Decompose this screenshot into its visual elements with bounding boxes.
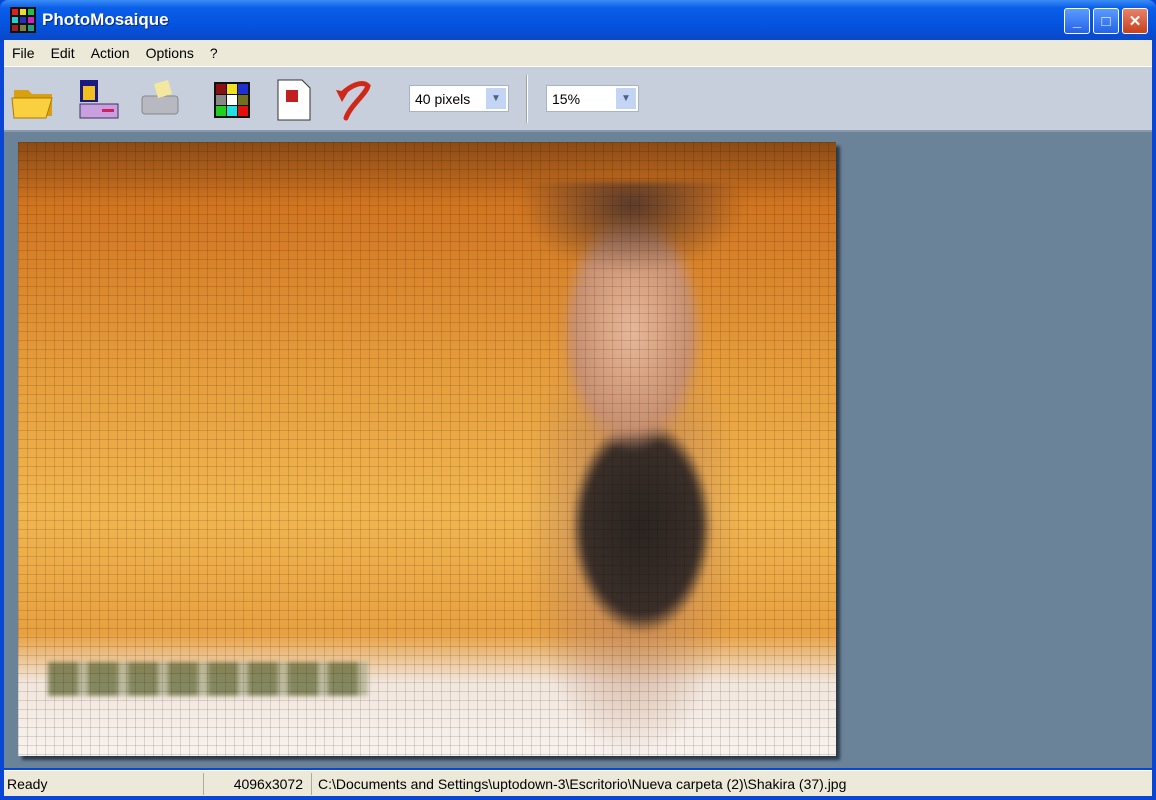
mosaic-grid-icon bbox=[214, 82, 250, 118]
status-path: C:\Documents and Settings\uptodown-3\Esc… bbox=[318, 775, 847, 792]
title-bar: PhotoMosaique _ □ ✕ bbox=[0, 0, 1156, 40]
menu-options[interactable]: Options bbox=[138, 45, 202, 61]
tile-size-select[interactable]: 40 pixels ▼ bbox=[409, 85, 509, 112]
menu-action[interactable]: Action bbox=[83, 45, 138, 61]
undo-icon bbox=[336, 81, 371, 121]
app-icon bbox=[10, 7, 36, 33]
save-button[interactable] bbox=[74, 77, 122, 123]
print-icon bbox=[141, 80, 179, 115]
minimize-button[interactable]: _ bbox=[1064, 8, 1090, 34]
status-dimensions: 4096x3072 bbox=[204, 772, 312, 795]
export-document-icon bbox=[277, 79, 311, 121]
window-title: PhotoMosaique bbox=[42, 10, 169, 29]
menu-help[interactable]: ? bbox=[202, 45, 226, 61]
open-folder-icon bbox=[11, 90, 53, 119]
mosaic-button[interactable] bbox=[208, 77, 256, 123]
menu-edit[interactable]: Edit bbox=[43, 45, 83, 61]
chevron-down-icon[interactable]: ▼ bbox=[486, 88, 506, 109]
open-button[interactable] bbox=[10, 77, 58, 123]
toolbar: 40 pixels ▼ 15% ▼ bbox=[4, 66, 1152, 132]
print-button[interactable] bbox=[136, 77, 184, 123]
chevron-down-icon[interactable]: ▼ bbox=[616, 88, 636, 109]
status-bar: Ready 4096x3072 C:\Documents and Setting… bbox=[4, 770, 1152, 796]
menu-bar: File Edit Action Options ? bbox=[4, 40, 1152, 66]
export-button[interactable] bbox=[270, 77, 318, 123]
zoom-select[interactable]: 15% ▼ bbox=[546, 85, 639, 112]
workspace bbox=[4, 132, 1152, 768]
status-state: Ready bbox=[4, 772, 204, 795]
toolbar-separator bbox=[526, 75, 528, 123]
tile-size-value: 40 pixels bbox=[415, 90, 471, 107]
undo-button[interactable] bbox=[330, 77, 378, 123]
close-button[interactable]: ✕ bbox=[1122, 8, 1148, 34]
save-icon bbox=[79, 80, 119, 119]
mosaic-image bbox=[18, 142, 836, 756]
zoom-value: 15% bbox=[552, 90, 581, 107]
maximize-button[interactable]: □ bbox=[1093, 8, 1119, 34]
menu-file[interactable]: File bbox=[4, 45, 43, 61]
